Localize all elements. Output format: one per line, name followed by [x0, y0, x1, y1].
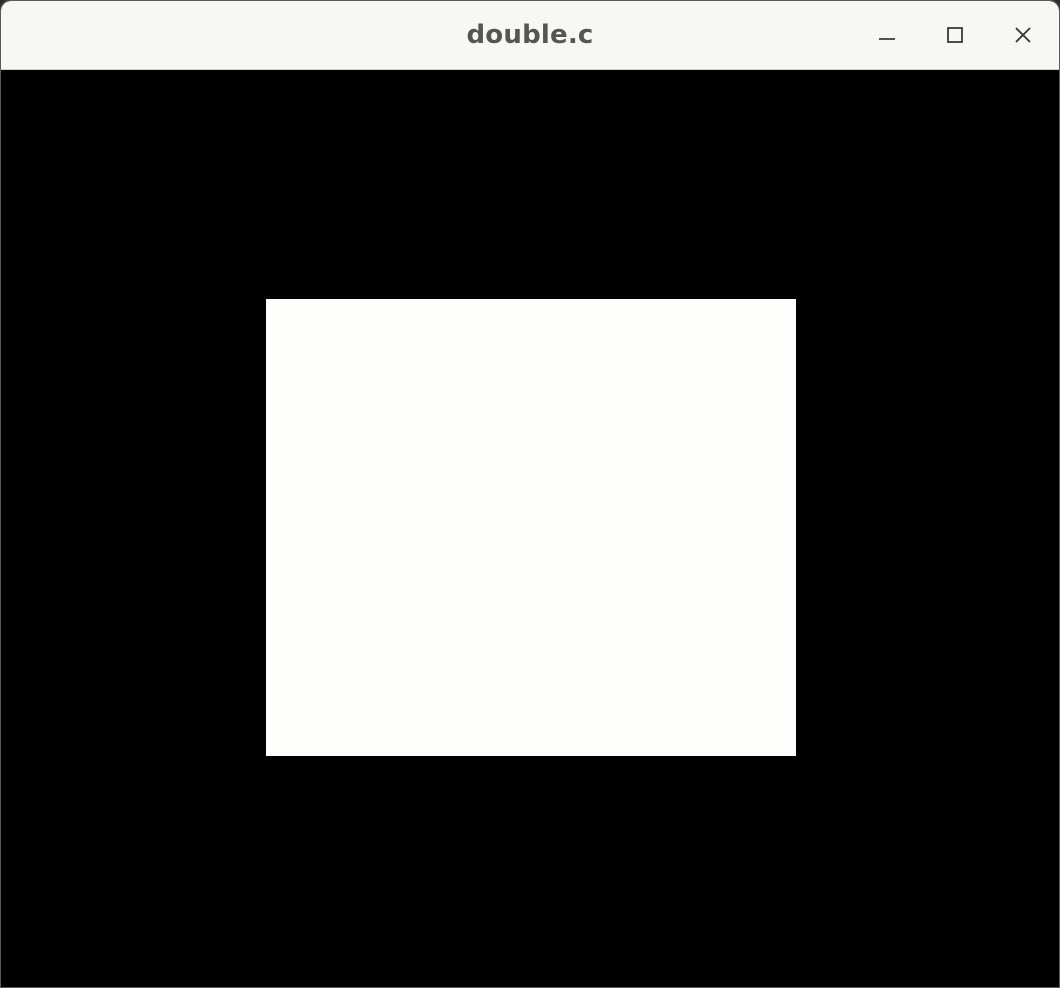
title-bar[interactable]: double.c	[1, 1, 1059, 70]
close-icon	[1013, 25, 1033, 45]
close-button[interactable]	[1001, 13, 1045, 57]
minimize-button[interactable]	[865, 13, 909, 57]
white-rectangle	[266, 299, 796, 756]
minimize-icon	[878, 26, 896, 44]
app-window: double.c	[0, 0, 1060, 988]
drawing-canvas[interactable]	[1, 70, 1059, 987]
maximize-icon	[946, 26, 964, 44]
maximize-button[interactable]	[933, 13, 977, 57]
